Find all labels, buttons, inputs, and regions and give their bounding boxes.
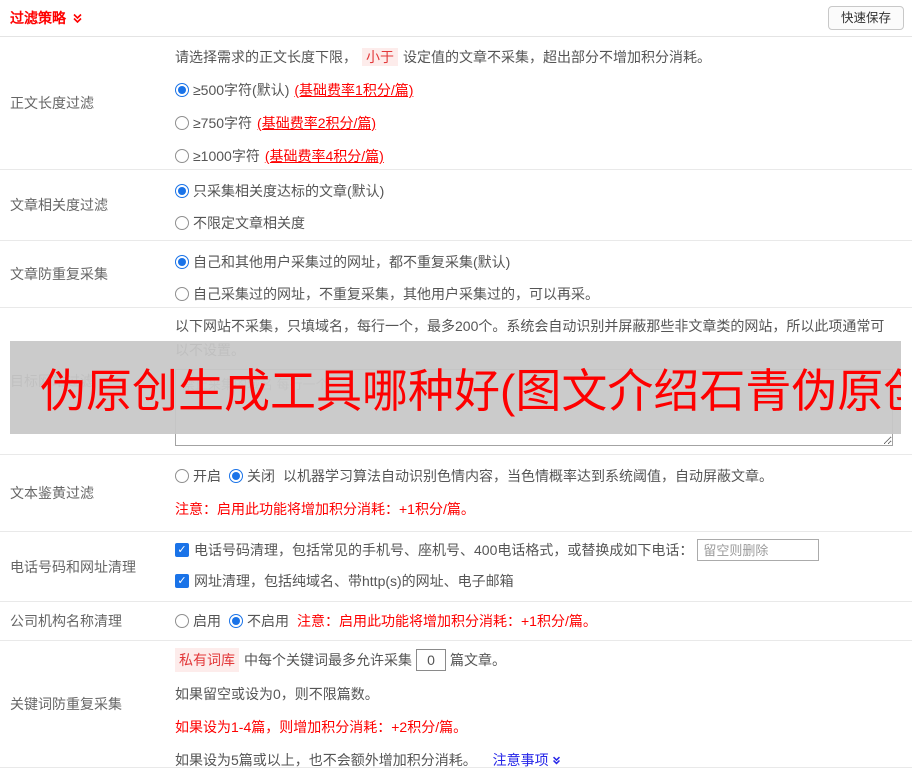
checkbox-checked-icon[interactable]: ✓	[175, 574, 189, 588]
row-dedup-collection: 文章防重复采集 自己和其他用户采集过的网址，都不重复采集(默认) 自己采集过的网…	[0, 241, 912, 308]
radio-unselected-icon[interactable]	[175, 287, 189, 301]
content-length-content: 请选择需求的正文长度下限， 小于 设定值的文章不采集，超出部分不增加积分消耗。 ≥5…	[175, 37, 912, 169]
relevance-label: 文章相关度过滤	[10, 197, 108, 213]
keyword-dedup-cost-note: 如果设为1-4篇，则增加积分消耗：+2积分/篇。	[175, 719, 468, 735]
section-title[interactable]: 过滤策略	[10, 8, 84, 28]
porn-filter-description: 以机器学习算法自动识别色情内容，当色情概率达到系统阈值，自动屏蔽文章。	[283, 468, 773, 484]
option-length-1000[interactable]: ≥1000字符 (基础费率4积分/篇)	[175, 145, 904, 167]
keyword-dedup-label: 关键词防重复采集	[10, 696, 122, 712]
porn-filter-options: 开启 关闭 以机器学习算法自动识别色情内容，当色情概率达到系统阈值，自动屏蔽文章…	[175, 465, 904, 487]
top-bar: 过滤策略 快速保存	[0, 0, 912, 37]
checkbox-checked-icon[interactable]: ✓	[175, 543, 189, 557]
ad-overlay-text: 伪原创生成工具哪种好(图文介绍石青伪原创	[40, 364, 901, 417]
option-relevance-any[interactable]: 不限定文章相关度	[175, 212, 904, 234]
chevron-double-down-icon	[552, 756, 560, 765]
radio-selected-icon[interactable]	[175, 255, 189, 269]
keyword-line1-suffix: 篇文章。	[450, 652, 506, 668]
chevron-double-down-icon	[73, 13, 82, 23]
option-fee-note: (基础费率2积分/篇)	[257, 115, 377, 131]
company-clean-content: 启用 不启用 注意：启用此功能将增加积分消耗：+1积分/篇。	[175, 602, 912, 640]
relevance-content: 只采集相关度达标的文章(默认) 不限定文章相关度	[175, 170, 912, 240]
option-fee-note: (基础费率1积分/篇)	[294, 82, 414, 98]
keyword-line4-text: 如果设为5篇或以上，也不会额外增加积分消耗。	[175, 752, 477, 768]
keyword-dedup-content: 私有词库 中每个关键词最多允许采集 篇文章。 如果留空或设为0，则不限篇数。 如…	[175, 641, 912, 768]
row-relevance-filter: 文章相关度过滤 只采集相关度达标的文章(默认) 不限定文章相关度	[0, 170, 912, 241]
row-porn-filter: 文本鉴黄过滤 开启 关闭 以机器学习算法自动识别色情内容，当色情概率达到系统阈值…	[0, 455, 912, 532]
radio-selected-icon[interactable]	[229, 614, 243, 628]
radio-unselected-icon[interactable]	[175, 614, 189, 628]
filter-strategy-page: 过滤策略 快速保存 正文长度过滤 请选择需求的正文长度下限， 小于 设定值的文章不采…	[0, 0, 912, 768]
radio-unselected-icon[interactable]	[175, 469, 189, 483]
keyword-line1-mid: 中每个关键词最多允许采集	[244, 652, 412, 668]
radio-unselected-icon[interactable]	[175, 216, 189, 230]
option-length-750[interactable]: ≥750字符 (基础费率2积分/篇)	[175, 112, 904, 134]
row-company-clean: 公司机构名称清理 启用 不启用 注意：启用此功能将增加积分消耗：+1积分/篇。	[0, 602, 912, 641]
radio-selected-icon[interactable]	[175, 83, 189, 97]
radio-selected-icon[interactable]	[229, 469, 243, 483]
url-clean-option[interactable]: ✓ 网址清理，包括纯域名、带http(s)的网址、电子邮箱	[175, 570, 904, 592]
quick-save-button[interactable]: 快速保存	[827, 6, 904, 30]
option-label: ≥1000字符	[193, 148, 260, 164]
row-keyword-dedup: 关键词防重复采集 私有词库 中每个关键词最多允许采集 篇文章。 如果留空或设为0…	[0, 641, 912, 768]
phone-clean-text: 电话号码清理，包括常见的手机号、座机号、400电话格式，或替换成如下电话：	[194, 542, 694, 558]
phone-clean-option[interactable]: ✓ 电话号码清理，包括常见的手机号、座机号、400电话格式，或替换成如下电话：	[175, 539, 904, 561]
option-relevance-only[interactable]: 只采集相关度达标的文章(默认)	[175, 180, 904, 202]
phone-url-clean-label: 电话号码和网址清理	[10, 558, 136, 575]
max-articles-count-input[interactable]	[416, 649, 446, 671]
row-content-length-filter: 正文长度过滤 请选择需求的正文长度下限， 小于 设定值的文章不采集，超出部分不增加积…	[0, 37, 912, 170]
option-length-500[interactable]: ≥500字符(默认) (基础费率1积分/篇)	[175, 79, 904, 101]
content-length-label: 正文长度过滤	[10, 95, 94, 111]
replacement-phone-input[interactable]	[697, 539, 820, 561]
dedup-content: 自己和其他用户采集过的网址，都不重复采集(默认) 自己采集过的网址，不重复采集，…	[175, 241, 912, 307]
porn-filter-content: 开启 关闭 以机器学习算法自动识别色情内容，当色情概率达到系统阈值，自动屏蔽文章…	[175, 455, 912, 531]
option-dedup-all-users[interactable]: 自己和其他用户采集过的网址，都不重复采集(默认)	[175, 251, 904, 273]
ad-overlay-banner[interactable]: 伪原创生成工具哪种好(图文介绍石青伪原创	[10, 341, 901, 434]
radio-selected-icon[interactable]	[175, 184, 189, 198]
private-lexicon-badge: 私有词库	[175, 648, 239, 672]
phone-url-clean-content: ✓ 电话号码清理，包括常见的手机号、座机号、400电话格式，或替换成如下电话： …	[175, 532, 912, 601]
row-phone-url-clean: 电话号码和网址清理 ✓ 电话号码清理，包括常见的手机号、座机号、400电话格式，…	[0, 532, 912, 602]
porn-filter-off-label[interactable]: 关闭	[247, 465, 275, 487]
company-clean-label: 公司机构名称清理	[10, 613, 122, 629]
section-title-text: 过滤策略	[10, 10, 66, 26]
radio-unselected-icon[interactable]	[175, 149, 189, 163]
keyword-dedup-line2: 如果留空或设为0，则不限篇数。	[175, 686, 379, 702]
company-clean-cost-note: 注意：启用此功能将增加积分消耗：+1积分/篇。	[297, 613, 597, 629]
dedup-label: 文章防重复采集	[10, 266, 108, 282]
option-label: 只采集相关度达标的文章(默认)	[193, 183, 385, 199]
content-length-intro: 请选择需求的正文长度下限， 小于 设定值的文章不采集，超出部分不增加积分消耗。	[175, 46, 904, 68]
radio-unselected-icon[interactable]	[175, 116, 189, 130]
option-label: ≥500字符(默认)	[193, 82, 290, 98]
option-label: 自己采集过的网址，不重复采集，其他用户采集过的，可以再采。	[193, 286, 599, 302]
option-label: 自己和其他用户采集过的网址，都不重复采集(默认)	[193, 254, 511, 270]
intro-suffix: 设定值的文章不采集，超出部分不增加积分消耗。	[403, 49, 711, 65]
company-clean-off-label[interactable]: 不启用	[247, 611, 289, 631]
porn-filter-label: 文本鉴黄过滤	[10, 485, 94, 501]
option-label: ≥750字符	[193, 115, 253, 131]
url-clean-text: 网址清理，包括纯域名、带http(s)的网址、电子邮箱	[194, 573, 514, 589]
option-dedup-self-only[interactable]: 自己采集过的网址，不重复采集，其他用户采集过的，可以再采。	[175, 283, 904, 305]
less-than-badge: 小于	[362, 48, 398, 66]
porn-filter-on-label[interactable]: 开启	[193, 465, 221, 487]
option-fee-note: (基础费率4积分/篇)	[264, 148, 384, 164]
company-clean-on-label[interactable]: 启用	[193, 611, 221, 631]
porn-filter-cost-note: 注意：启用此功能将增加积分消耗：+1积分/篇。	[175, 501, 475, 517]
option-label: 不限定文章相关度	[193, 215, 305, 231]
intro-prefix: 请选择需求的正文长度下限，	[175, 49, 357, 65]
keyword-dedup-line1: 私有词库 中每个关键词最多允许采集 篇文章。	[175, 648, 904, 672]
